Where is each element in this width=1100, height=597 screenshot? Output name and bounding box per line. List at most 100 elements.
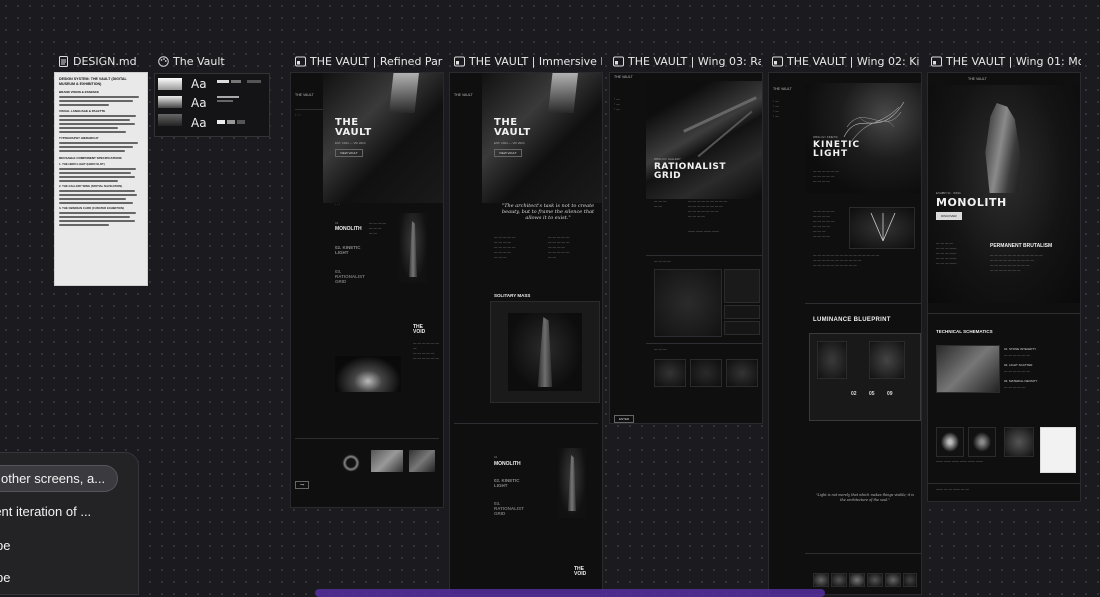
frame-label-text: THE VAULT | Immersive Lo... <box>469 54 602 68</box>
gallery-card <box>724 269 760 303</box>
nav-logo[interactable]: THE VAULT <box>773 87 792 91</box>
wing-item-kinetic[interactable]: 02. KINETIC LIGHT <box>494 478 528 488</box>
wing-item-monolith[interactable]: MONOLITH <box>335 226 362 232</box>
gallery-panel <box>654 269 722 337</box>
hero-title: MONOLITH <box>936 196 1007 209</box>
frame-label-wing01[interactable]: THE VAULT | Wing 01: Mon... <box>931 53 1081 69</box>
frame-label-wing03[interactable]: THE VAULT | Wing 03: Rati... <box>613 53 761 69</box>
wing-item-rationalist[interactable]: 03. RATIONALIST GRID <box>494 501 528 516</box>
enter-button[interactable]: ENTER <box>614 415 635 423</box>
frame-label-text: THE VAULT | Wing 02: Kin... <box>787 54 920 68</box>
view-vault-button[interactable]: VIEW VAULT <box>335 149 363 157</box>
frame-label-design[interactable]: DESIGN.md <box>58 53 150 69</box>
frame-label-immersive[interactable]: THE VAULT | Immersive Lo... <box>454 53 602 69</box>
button-swatch <box>247 80 261 83</box>
hero-image <box>323 73 443 203</box>
type-sample: Aa <box>191 77 207 91</box>
doc-section: TYPOGRAPHY HIERARCHY <box>59 136 99 140</box>
suggestion-item[interactable]: pe <box>0 538 10 553</box>
screen-icon <box>772 56 783 67</box>
hero-title: KINETIC LIGHT <box>813 140 861 159</box>
section-title: PERMANENT BRUTALISM <box>990 243 1053 249</box>
wing02-frame[interactable]: THE VAULT ◦ — ◦ — ◦ — ◦ — WING 02 / KINETIC… <box>768 72 922 595</box>
nav-logo[interactable]: THE VAULT <box>295 93 314 97</box>
frame-label-text: THE VAULT | Refined Paral... <box>310 54 443 68</box>
thumb <box>867 573 883 587</box>
design-doc-frame[interactable]: DESIGN SYSTEM: THE VAULT (DIGITAL MUSEUM… <box>54 72 148 286</box>
button-swatch <box>231 80 241 83</box>
immersive-frame[interactable]: THE VAULT THE VAULT EST. 2024 — VIII 2024… <box>449 72 603 595</box>
wing03-frame[interactable]: THE VAULT ◦ — ◦ — ◦ — WING 03 / GALLERY RA… <box>609 72 763 424</box>
suggestion-item[interactable]: pe <box>0 570 10 585</box>
doc-section: REUSABLE COMPONENT SPECIFICATIONS <box>59 156 122 160</box>
blueprint-thumb <box>817 341 847 379</box>
void-title: THE VOID <box>413 324 426 335</box>
hero-title: THE VAULT <box>494 117 531 138</box>
rule-swatch <box>217 100 233 102</box>
bottom-input-bar[interactable] <box>315 589 825 597</box>
gallery-card <box>724 305 760 319</box>
section-title: SOLITARY MASS <box>494 293 531 298</box>
refined-frame[interactable]: THE VAULT ◦ ◦ ◦ THE VAULT EST. 2024 — VII… <box>290 72 444 508</box>
hero-subtitle: EST. 2024 — VIII 2024 <box>494 141 525 145</box>
wing-item-monolith[interactable]: MONOLITH <box>494 461 521 467</box>
swatch-gradient <box>158 114 182 126</box>
nav-logo[interactable]: THE VAULT <box>614 75 633 79</box>
wing-label: 01 <box>494 455 498 459</box>
thumb <box>690 359 722 387</box>
rule-swatch <box>217 96 239 98</box>
blueprint-thumb <box>869 341 905 379</box>
hero-kicker: WING 02 / KINETIC <box>813 135 838 139</box>
hero-image <box>646 81 762 199</box>
quote-text: "Light is not merely that which makes th… <box>815 493 915 502</box>
wing-label: 01 <box>335 221 339 225</box>
nav-logo[interactable]: THE VAULT <box>454 93 473 97</box>
stat-value: 05 <box>869 391 875 397</box>
chip-swatch <box>217 120 225 124</box>
hero-image <box>482 73 602 203</box>
stone-image <box>409 450 435 472</box>
thumb <box>813 573 829 587</box>
frame-label-text: THE VAULT | Wing 03: Rati... <box>628 54 761 68</box>
schematic-image <box>936 345 1000 393</box>
wing01-frame[interactable]: THE VAULT EXHIBIT 01 · WING MONOLITH DIS… <box>927 72 1081 502</box>
screen-icon <box>295 56 306 67</box>
frame-label-refined[interactable]: THE VAULT | Refined Paral... <box>295 53 443 69</box>
type-sample: Aa <box>191 96 207 110</box>
thumb <box>1004 427 1034 457</box>
thumb <box>885 573 901 587</box>
footer-button[interactable]: ⟶ <box>295 481 310 489</box>
chip-swatch <box>237 120 245 124</box>
chip-swatch <box>227 120 235 124</box>
swatch-gradient <box>158 96 182 108</box>
view-vault-button[interactable]: VIEW VAULT <box>494 149 522 157</box>
stat-value: 02 <box>851 391 857 397</box>
swatch-gradient <box>158 78 182 90</box>
type-sample: Aa <box>191 116 207 130</box>
wing-item-rationalist[interactable]: 03. RATIONALIST GRID <box>335 269 369 284</box>
gallery-card <box>724 321 760 335</box>
suggestion-item[interactable]: rent iteration of ... <box>0 504 91 519</box>
wing-item-kinetic[interactable]: 02. KINETIC LIGHT <box>335 245 369 255</box>
frame-label-text: THE VAULT | Wing 01: Mon... <box>946 54 1081 68</box>
thumb <box>831 573 847 587</box>
frame-label-vault[interactable]: The Vault <box>158 53 268 69</box>
palette-icon <box>158 55 169 67</box>
section-title: LUMINANCE BLUEPRINT <box>813 317 891 323</box>
document-icon <box>58 55 69 67</box>
frame-label-text: The Vault <box>173 54 225 68</box>
discover-button[interactable]: DISCOVER <box>936 212 962 220</box>
stat-value: 09 <box>887 391 893 397</box>
nav-logo[interactable]: THE VAULT <box>968 77 987 81</box>
hero-light <box>389 73 419 113</box>
void-image <box>335 356 401 392</box>
vault-style-frame[interactable]: Aa Aa Aa <box>154 73 270 137</box>
doc-section: VISUAL LANGUAGE & PALETTE <box>59 109 106 113</box>
prompt-suggestions-panel: other screens, a... rent iteration of ..… <box>0 452 139 595</box>
suggestion-item[interactable]: other screens, a... <box>0 465 119 492</box>
frame-label-wing02[interactable]: THE VAULT | Wing 02: Kin... <box>772 53 920 69</box>
screen-icon <box>931 56 942 67</box>
hero-subtitle: EST. 2024 — VIII 2024 <box>335 141 366 145</box>
thumb <box>936 427 964 457</box>
void-title: THE VOID <box>574 566 587 577</box>
